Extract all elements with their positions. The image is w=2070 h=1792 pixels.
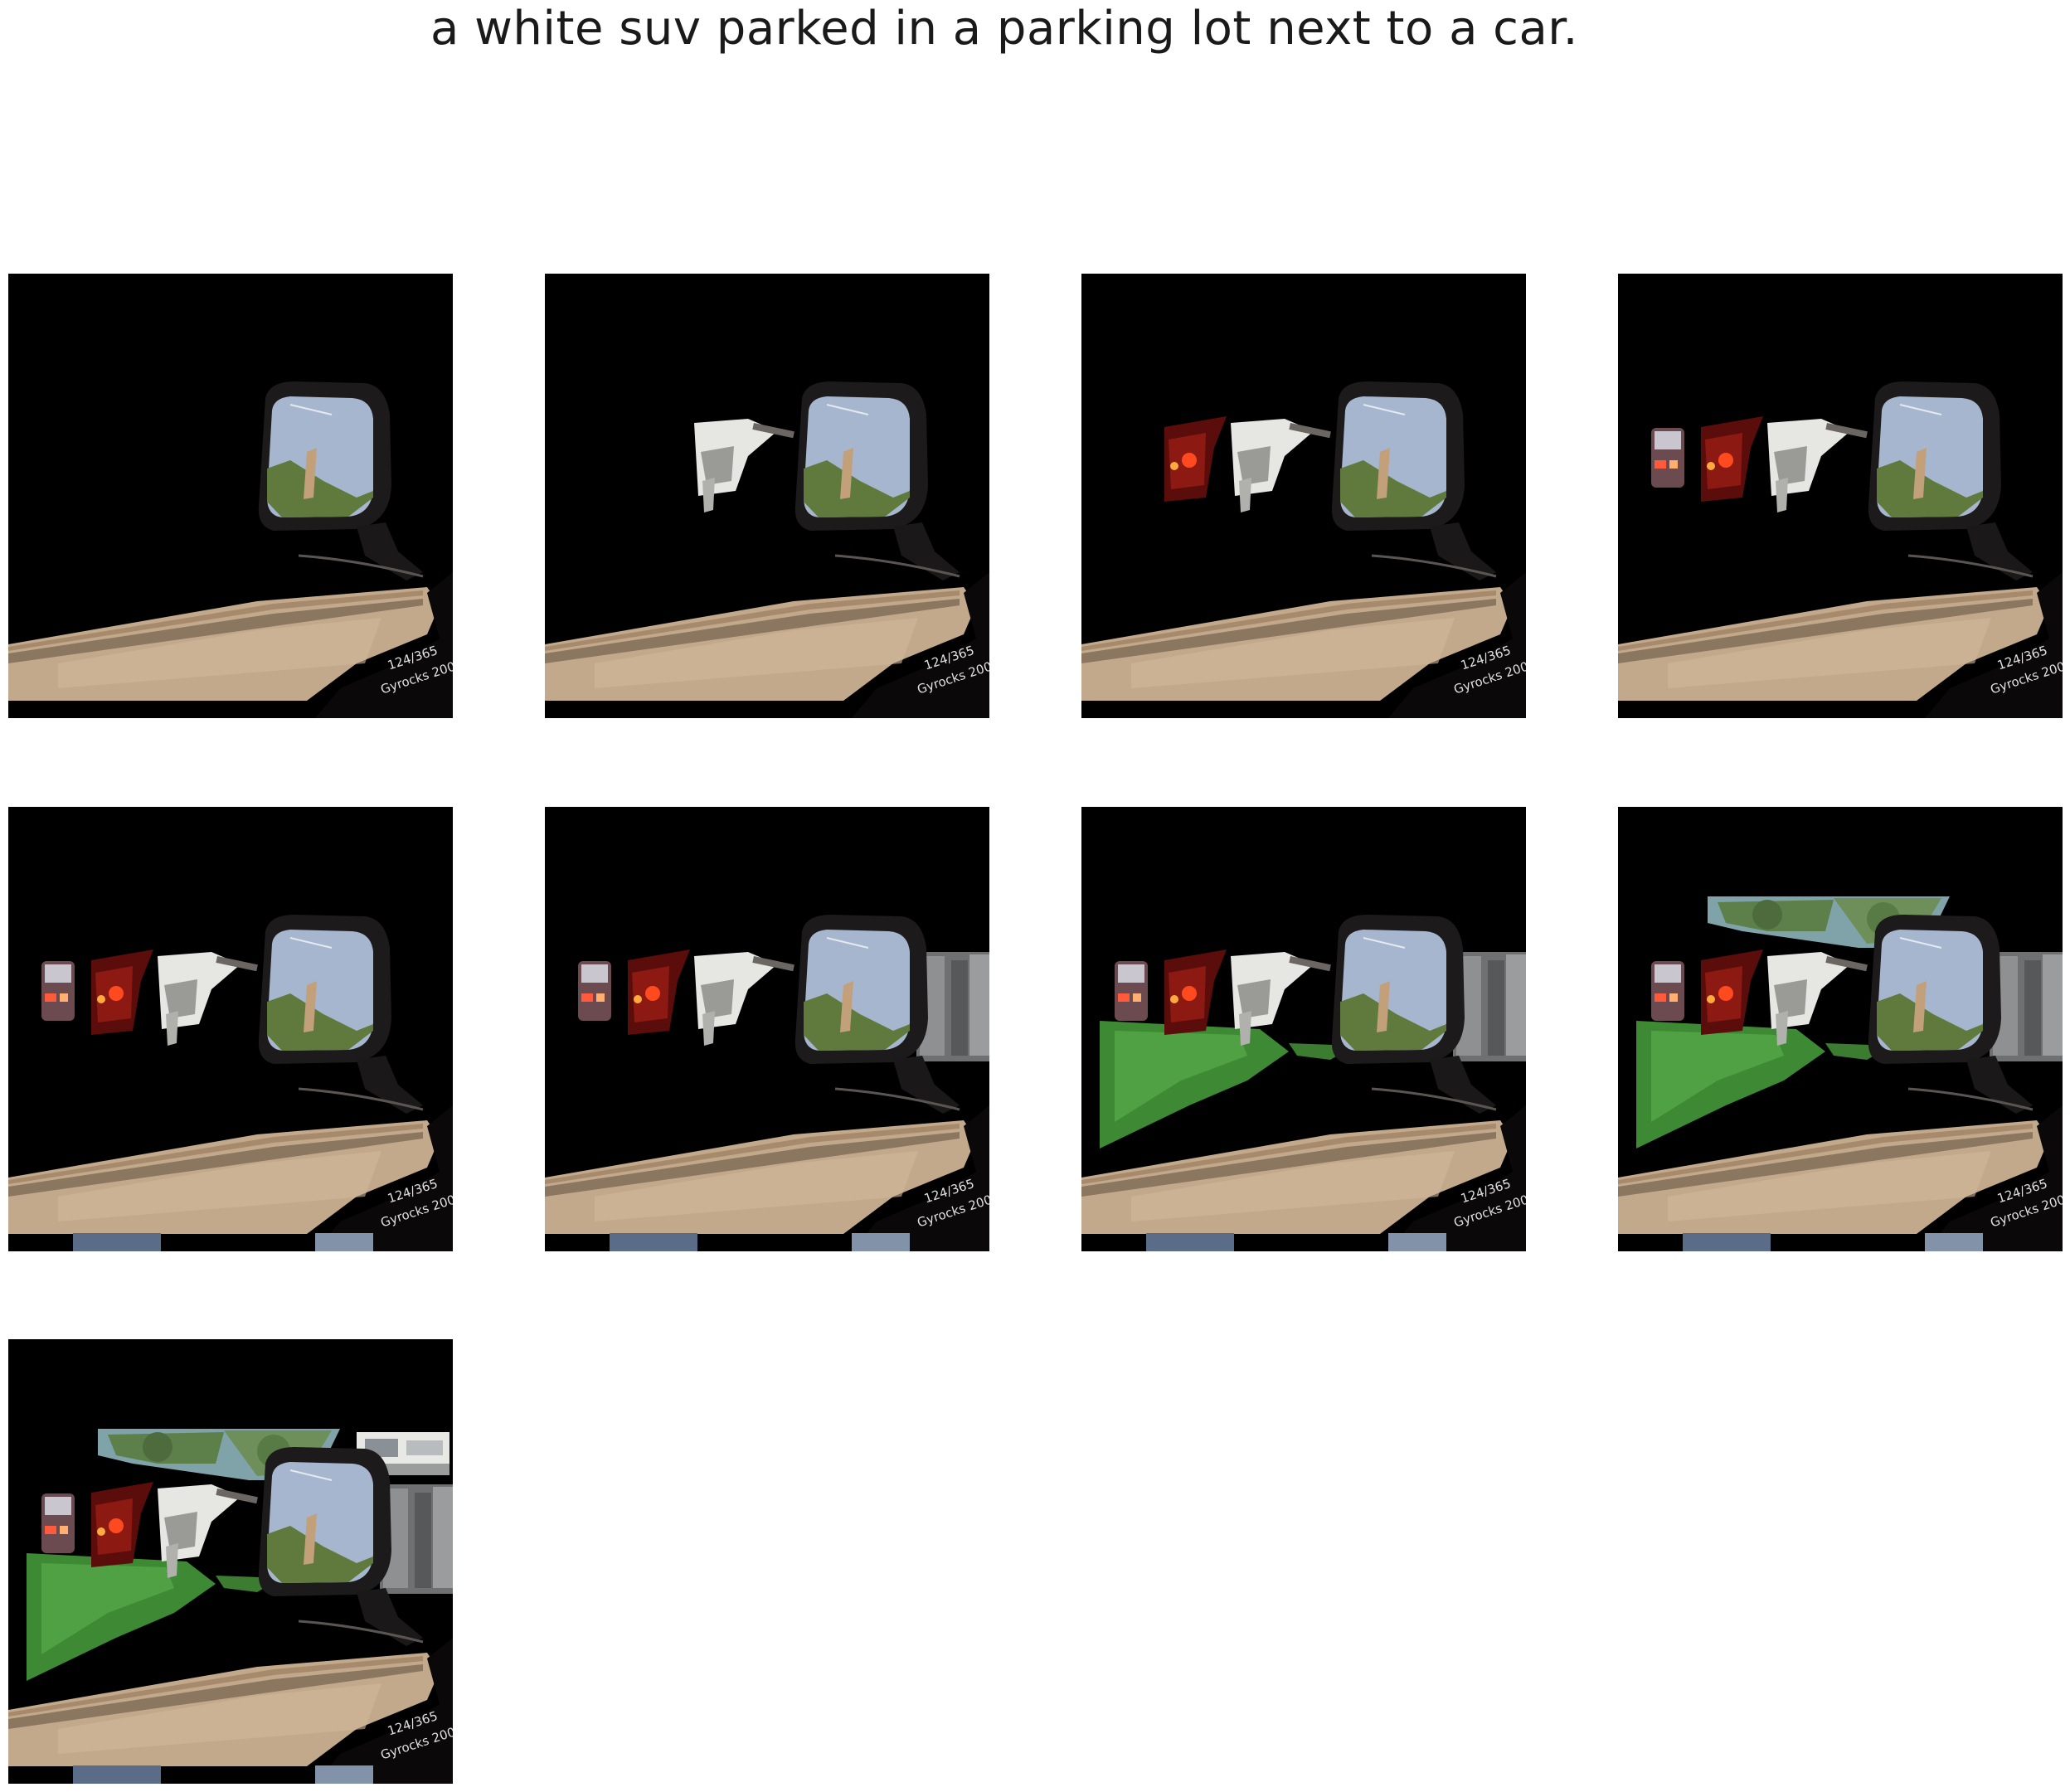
segment-composite: 124/365 Gyrocks 2008 <box>8 1339 453 1784</box>
far-car-segment <box>1115 961 1148 1021</box>
far-car-segment <box>1651 428 1684 488</box>
image-panel-3: 124/365 Gyrocks 2008 <box>1081 274 1526 718</box>
segment-composite: 124/365 Gyrocks 2008 <box>1081 807 1526 1251</box>
segment-composite: 124/365 Gyrocks 2008 <box>545 274 989 718</box>
image-panel-9: 124/365 Gyrocks 2008 <box>8 1339 453 1784</box>
far-car-segment <box>41 961 75 1021</box>
image-panel-4: 124/365 Gyrocks 2008 <box>1618 274 2063 718</box>
segment-composite: 124/365 Gyrocks 2008 <box>1618 807 2063 1251</box>
image-panel-2: 124/365 Gyrocks 2008 <box>545 274 989 718</box>
figure-caption: a white suv parked in a parking lot next… <box>430 2 1578 56</box>
image-panel-6: 124/365 Gyrocks 2008 <box>545 807 989 1251</box>
segment-composite: 124/365 Gyrocks 2008 <box>8 807 453 1251</box>
far-car-segment <box>1651 961 1684 1021</box>
image-panel-1: 124/365 Gyrocks 2008 <box>8 274 453 718</box>
segment-composite: 124/365 Gyrocks 2008 <box>1081 274 1526 718</box>
segment-composite: 124/365 Gyrocks 2008 <box>1618 274 2063 718</box>
image-panel-8: 124/365 Gyrocks 2008 <box>1618 807 2063 1251</box>
segment-composite: 124/365 Gyrocks 2008 <box>8 274 453 718</box>
image-panel-5: 124/365 Gyrocks 2008 <box>8 807 453 1251</box>
far-car-segment <box>41 1493 75 1553</box>
segment-composite: 124/365 Gyrocks 2008 <box>545 807 989 1251</box>
image-panel-7: 124/365 Gyrocks 2008 <box>1081 807 1526 1251</box>
far-car-segment <box>578 961 611 1021</box>
